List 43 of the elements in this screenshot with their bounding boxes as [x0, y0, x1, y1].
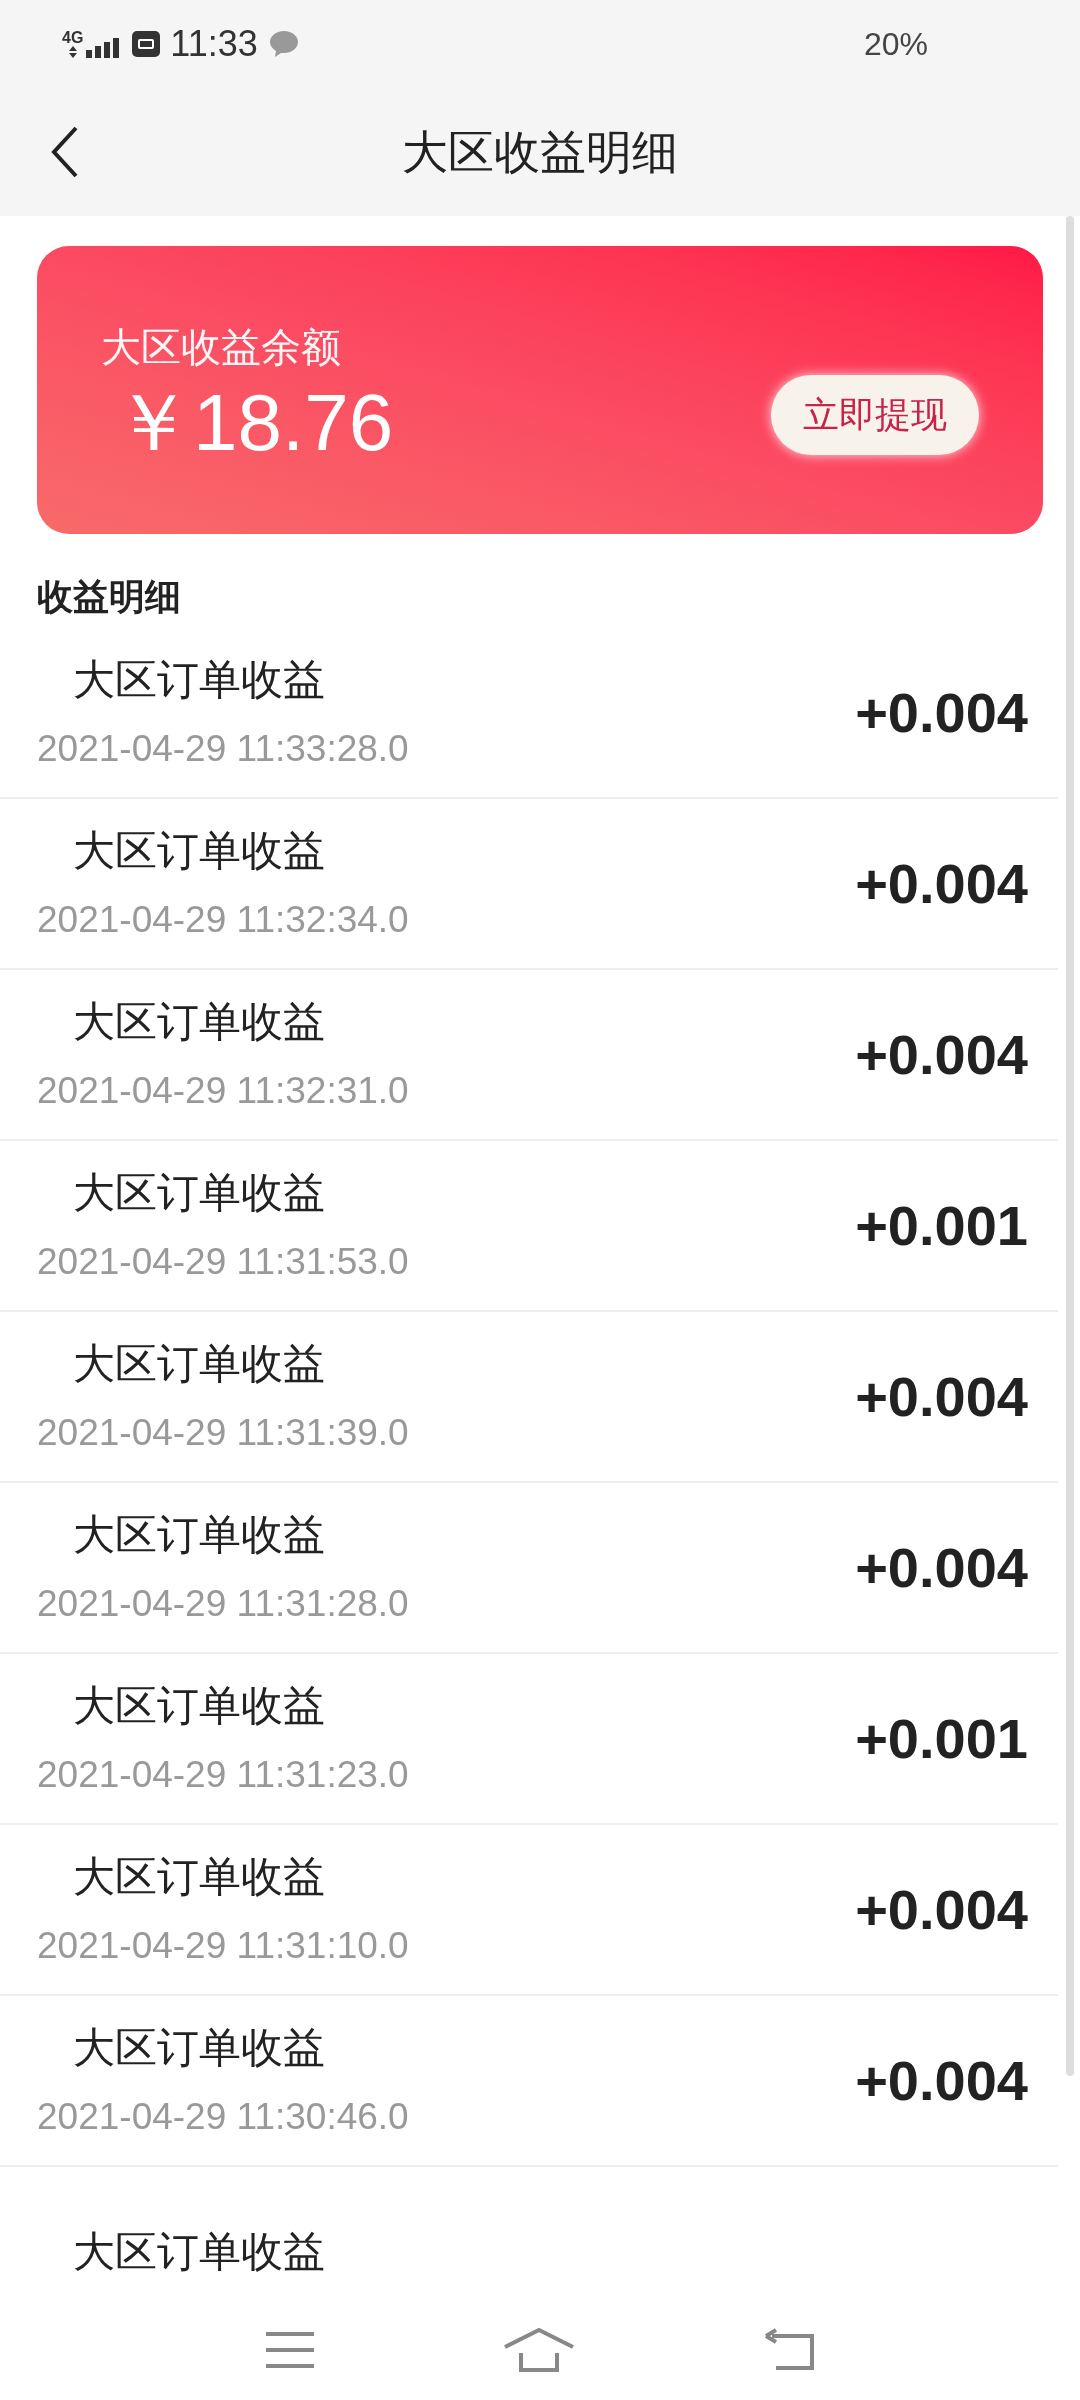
withdraw-button[interactable]: 立即提现 [771, 375, 979, 455]
record-amount: +0.004 [855, 850, 1028, 917]
clock: 11:33 [170, 22, 258, 66]
record-title: 大区订单收益 [73, 2023, 326, 2074]
record-time: 2021-04-29 11:31:23.0 [37, 1753, 410, 1798]
record-title: 大区订单收益 [73, 997, 326, 1048]
record-amount: +0.004 [855, 1534, 1028, 1601]
menu-icon [263, 2330, 316, 2370]
record-time: 2021-04-29 11:31:10.0 [37, 1924, 410, 1969]
data-arrows-icon [67, 46, 78, 58]
battery-percent: 20% [863, 25, 928, 64]
record-time: 2021-04-29 11:31:28.0 [37, 1582, 410, 1627]
record-title: 大区订单收益 [73, 1339, 326, 1390]
record-amount: +0.004 [855, 1876, 1028, 1943]
back-icon [50, 126, 80, 178]
record-title: 大区订单收益 [73, 1852, 326, 1903]
record-time: 2021-04-29 11:30:46.0 [37, 2095, 410, 2140]
record-time: 2021-04-29 11:32:34.0 [37, 898, 410, 943]
balance-label: 大区收益余额 [101, 324, 342, 371]
record-title: 大区订单收益 [73, 655, 326, 706]
record-title: 大区订单收益 [73, 2227, 326, 2277]
record-amount: +0.001 [855, 1705, 1028, 1772]
record-amount: +0.001 [855, 1192, 1028, 1259]
return-icon [762, 2328, 817, 2372]
record-amount: +0.004 [855, 2047, 1028, 2114]
home-icon [503, 2327, 575, 2373]
hd-icon [132, 31, 161, 57]
record-amount: +0.004 [855, 1363, 1028, 1430]
record-title: 大区订单收益 [73, 1681, 326, 1732]
record-amount: +0.004 [855, 1021, 1028, 1088]
page-title: 大区收益明细 [402, 124, 678, 180]
section-title: 收益明细 [37, 575, 182, 619]
record-title: 大区订单收益 [73, 1510, 326, 1561]
record-time: 2021-04-29 11:33:28.0 [37, 727, 410, 772]
message-bubble-icon [267, 29, 300, 59]
record-time: 2021-04-29 11:31:39.0 [37, 1411, 410, 1456]
network-type: 4G [62, 30, 84, 46]
record-time: 2021-04-29 11:32:31.0 [37, 1069, 410, 1114]
record-time: 2021-04-29 11:31:53.0 [37, 1240, 410, 1285]
record-title: 大区订单收益 [73, 826, 326, 877]
balance-amount: ￥18.76 [113, 383, 394, 463]
record-title: 大区订单收益 [73, 1168, 326, 1219]
record-amount: +0.004 [855, 679, 1028, 746]
